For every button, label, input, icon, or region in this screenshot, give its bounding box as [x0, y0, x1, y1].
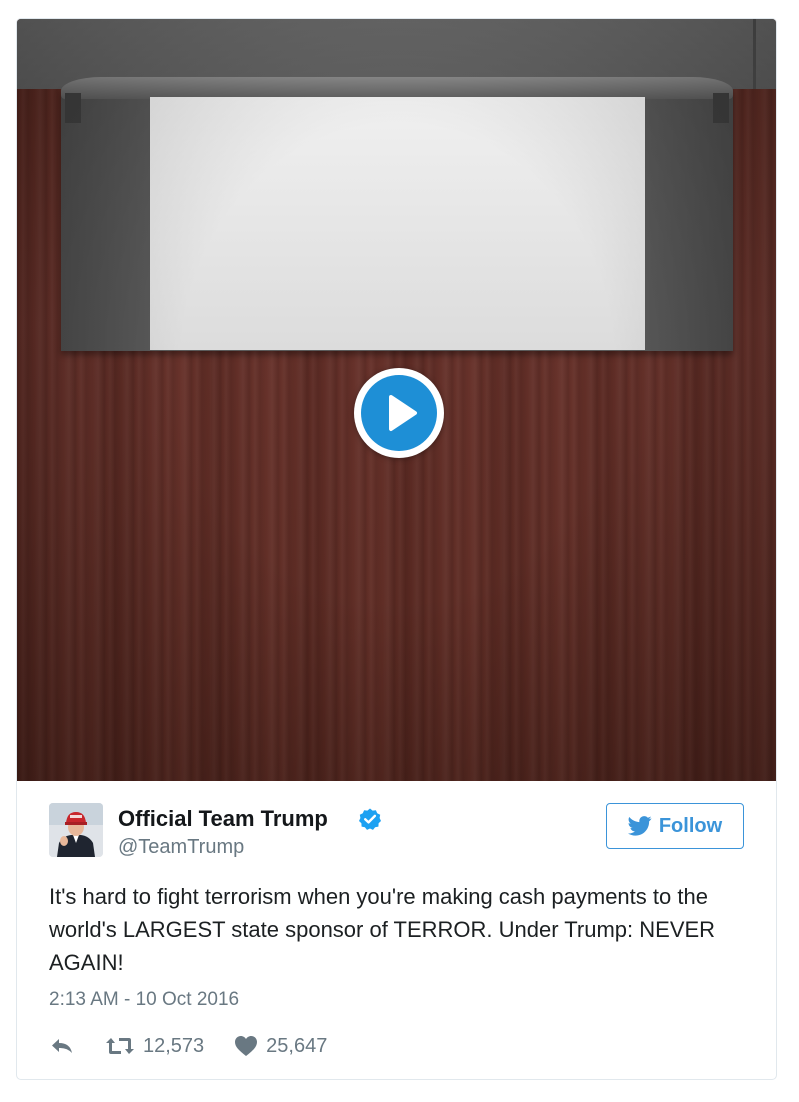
play-button[interactable] — [354, 368, 444, 458]
retweet-button[interactable]: 12,573 — [105, 1035, 204, 1058]
embedded-tweet-card: Official Team Trump @TeamTrump Follow It… — [16, 18, 777, 1080]
tweet-actions: 12,573 25,647 — [49, 1033, 327, 1059]
reply-button[interactable] — [49, 1035, 75, 1057]
retweet-count: 12,573 — [143, 1034, 205, 1057]
like-button[interactable]: 25,647 — [234, 1035, 327, 1058]
reply-icon — [52, 1039, 72, 1053]
thumbnail-paper — [150, 97, 645, 350]
video-thumbnail[interactable] — [17, 19, 776, 781]
retweet-icon — [106, 1038, 134, 1054]
tweet-timestamp[interactable]: 2:13 AM - 10 Oct 2016 — [49, 989, 239, 1011]
thumbnail-tray-lip — [61, 77, 733, 99]
thumbnail-tray-clip-right — [713, 93, 729, 123]
twitter-bird-icon — [627, 816, 652, 836]
follow-button[interactable]: Follow — [606, 803, 744, 849]
verified-badge-icon — [359, 808, 381, 830]
like-count: 25,647 — [266, 1034, 328, 1057]
follow-button-label: Follow — [658, 814, 723, 837]
play-icon — [361, 375, 437, 451]
tweet-body: Official Team Trump @TeamTrump Follow It… — [17, 781, 776, 1079]
heart-icon — [235, 1036, 258, 1056]
user-handle[interactable]: @TeamTrump — [118, 836, 244, 859]
tweet-text: It's hard to fight terrorism when you're… — [49, 884, 716, 975]
thumbnail-wall-edge — [753, 19, 756, 89]
display-name[interactable]: Official Team Trump — [118, 806, 328, 832]
thumbnail-tray-clip-left — [65, 93, 81, 123]
avatar[interactable] — [49, 803, 103, 857]
